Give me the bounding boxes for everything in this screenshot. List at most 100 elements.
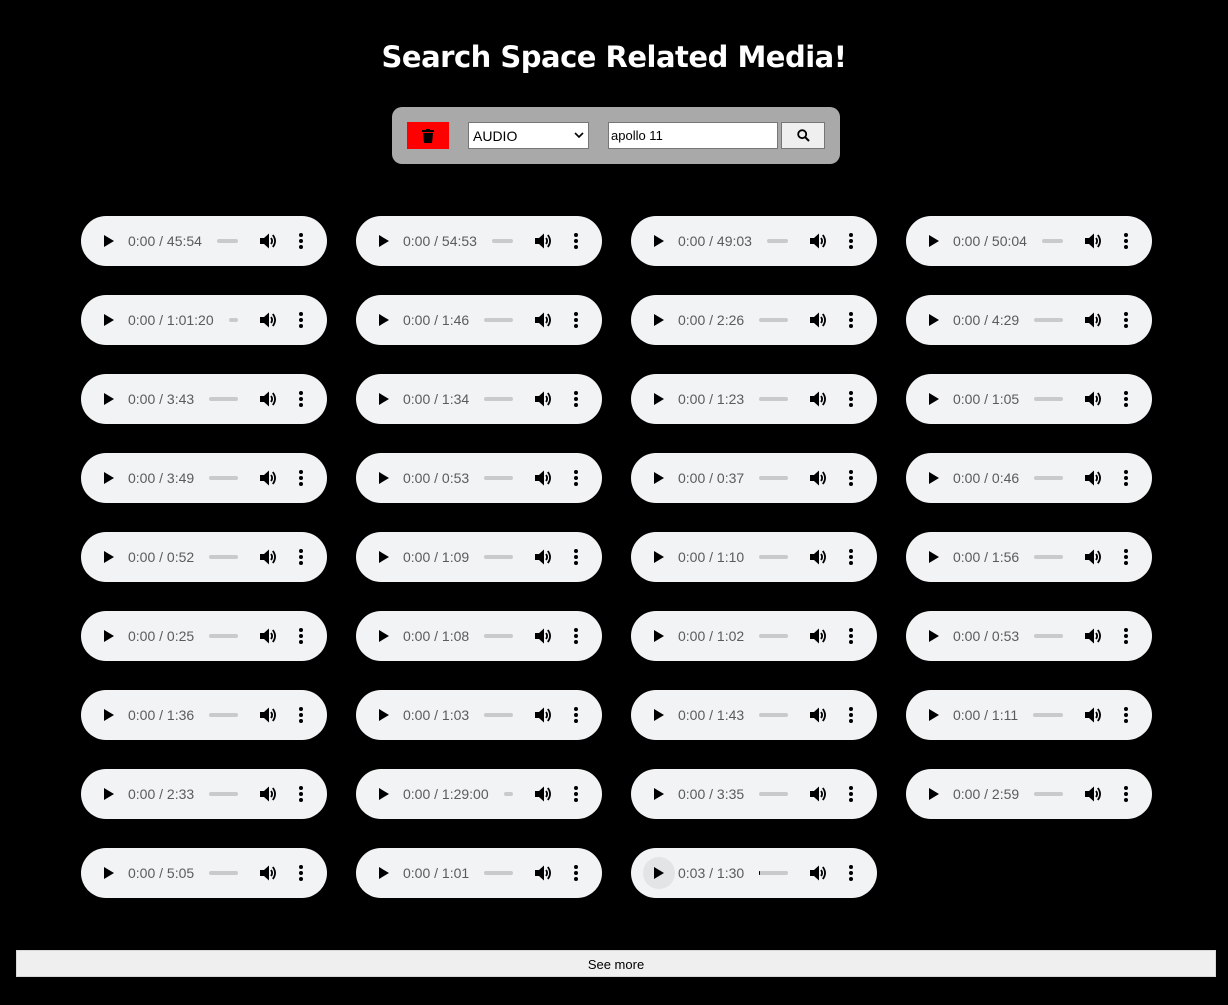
more-options-button[interactable] xyxy=(568,468,584,488)
play-button[interactable] xyxy=(93,304,125,336)
volume-button[interactable] xyxy=(258,705,278,725)
progress-slider[interactable] xyxy=(1034,634,1063,638)
progress-slider[interactable] xyxy=(759,792,788,796)
more-options-button[interactable] xyxy=(1118,626,1134,646)
volume-button[interactable] xyxy=(258,231,278,251)
more-options-button[interactable] xyxy=(1118,468,1134,488)
progress-slider[interactable] xyxy=(209,871,238,875)
progress-slider[interactable] xyxy=(492,239,513,243)
more-options-button[interactable] xyxy=(293,626,309,646)
more-options-button[interactable] xyxy=(1118,310,1134,330)
progress-slider[interactable] xyxy=(759,476,788,480)
play-button[interactable] xyxy=(918,383,950,415)
more-options-button[interactable] xyxy=(1118,784,1134,804)
progress-slider[interactable] xyxy=(759,397,788,401)
volume-button[interactable] xyxy=(258,626,278,646)
volume-button[interactable] xyxy=(533,389,553,409)
play-button[interactable] xyxy=(93,620,125,652)
more-options-button[interactable] xyxy=(293,784,309,804)
more-options-button[interactable] xyxy=(568,547,584,567)
play-button[interactable] xyxy=(643,857,675,889)
volume-button[interactable] xyxy=(1083,784,1103,804)
more-options-button[interactable] xyxy=(568,231,584,251)
progress-slider[interactable] xyxy=(484,555,513,559)
search-input[interactable] xyxy=(608,122,778,149)
progress-slider[interactable] xyxy=(767,239,788,243)
play-button[interactable] xyxy=(368,778,400,810)
volume-button[interactable] xyxy=(1083,626,1103,646)
play-button[interactable] xyxy=(368,699,400,731)
media-type-select[interactable]: AUDIO xyxy=(468,122,589,149)
progress-slider[interactable] xyxy=(1042,239,1063,243)
more-options-button[interactable] xyxy=(568,389,584,409)
progress-slider[interactable] xyxy=(209,555,238,559)
more-options-button[interactable] xyxy=(843,231,859,251)
play-button[interactable] xyxy=(918,778,950,810)
more-options-button[interactable] xyxy=(843,310,859,330)
progress-slider[interactable] xyxy=(229,318,238,322)
progress-slider[interactable] xyxy=(484,871,513,875)
play-button[interactable] xyxy=(643,620,675,652)
more-options-button[interactable] xyxy=(843,547,859,567)
play-button[interactable] xyxy=(368,462,400,494)
more-options-button[interactable] xyxy=(843,863,859,883)
volume-button[interactable] xyxy=(533,705,553,725)
progress-slider[interactable] xyxy=(1034,555,1063,559)
play-button[interactable] xyxy=(643,304,675,336)
play-button[interactable] xyxy=(918,699,950,731)
progress-slider[interactable] xyxy=(209,713,238,717)
progress-slider[interactable] xyxy=(484,397,513,401)
volume-button[interactable] xyxy=(808,705,828,725)
progress-slider[interactable] xyxy=(1034,476,1063,480)
play-button[interactable] xyxy=(643,225,675,257)
more-options-button[interactable] xyxy=(568,626,584,646)
more-options-button[interactable] xyxy=(293,863,309,883)
volume-button[interactable] xyxy=(258,389,278,409)
progress-slider[interactable] xyxy=(484,713,513,717)
play-button[interactable] xyxy=(643,462,675,494)
volume-button[interactable] xyxy=(258,310,278,330)
volume-button[interactable] xyxy=(1083,547,1103,567)
play-button[interactable] xyxy=(93,699,125,731)
progress-slider[interactable] xyxy=(1033,713,1063,717)
play-button[interactable] xyxy=(368,304,400,336)
volume-button[interactable] xyxy=(533,468,553,488)
more-options-button[interactable] xyxy=(293,468,309,488)
volume-button[interactable] xyxy=(808,231,828,251)
progress-slider[interactable] xyxy=(484,634,513,638)
progress-slider[interactable] xyxy=(217,239,238,243)
clear-button[interactable] xyxy=(407,122,449,149)
play-button[interactable] xyxy=(918,225,950,257)
volume-button[interactable] xyxy=(1083,231,1103,251)
volume-button[interactable] xyxy=(533,310,553,330)
play-button[interactable] xyxy=(918,462,950,494)
volume-button[interactable] xyxy=(808,389,828,409)
volume-button[interactable] xyxy=(808,784,828,804)
volume-button[interactable] xyxy=(533,863,553,883)
play-button[interactable] xyxy=(93,383,125,415)
volume-button[interactable] xyxy=(808,310,828,330)
play-button[interactable] xyxy=(368,225,400,257)
more-options-button[interactable] xyxy=(1118,231,1134,251)
play-button[interactable] xyxy=(918,304,950,336)
volume-button[interactable] xyxy=(1083,389,1103,409)
more-options-button[interactable] xyxy=(293,231,309,251)
volume-button[interactable] xyxy=(533,626,553,646)
play-button[interactable] xyxy=(918,541,950,573)
volume-button[interactable] xyxy=(808,626,828,646)
volume-button[interactable] xyxy=(258,863,278,883)
more-options-button[interactable] xyxy=(293,547,309,567)
progress-slider[interactable] xyxy=(504,792,513,796)
volume-button[interactable] xyxy=(1083,705,1103,725)
progress-slider[interactable] xyxy=(759,634,788,638)
more-options-button[interactable] xyxy=(293,389,309,409)
more-options-button[interactable] xyxy=(843,705,859,725)
progress-slider[interactable] xyxy=(484,476,513,480)
more-options-button[interactable] xyxy=(568,863,584,883)
play-button[interactable] xyxy=(918,620,950,652)
more-options-button[interactable] xyxy=(843,626,859,646)
progress-slider[interactable] xyxy=(1034,397,1063,401)
see-more-button[interactable]: See more xyxy=(16,950,1216,977)
more-options-button[interactable] xyxy=(568,784,584,804)
more-options-button[interactable] xyxy=(568,310,584,330)
